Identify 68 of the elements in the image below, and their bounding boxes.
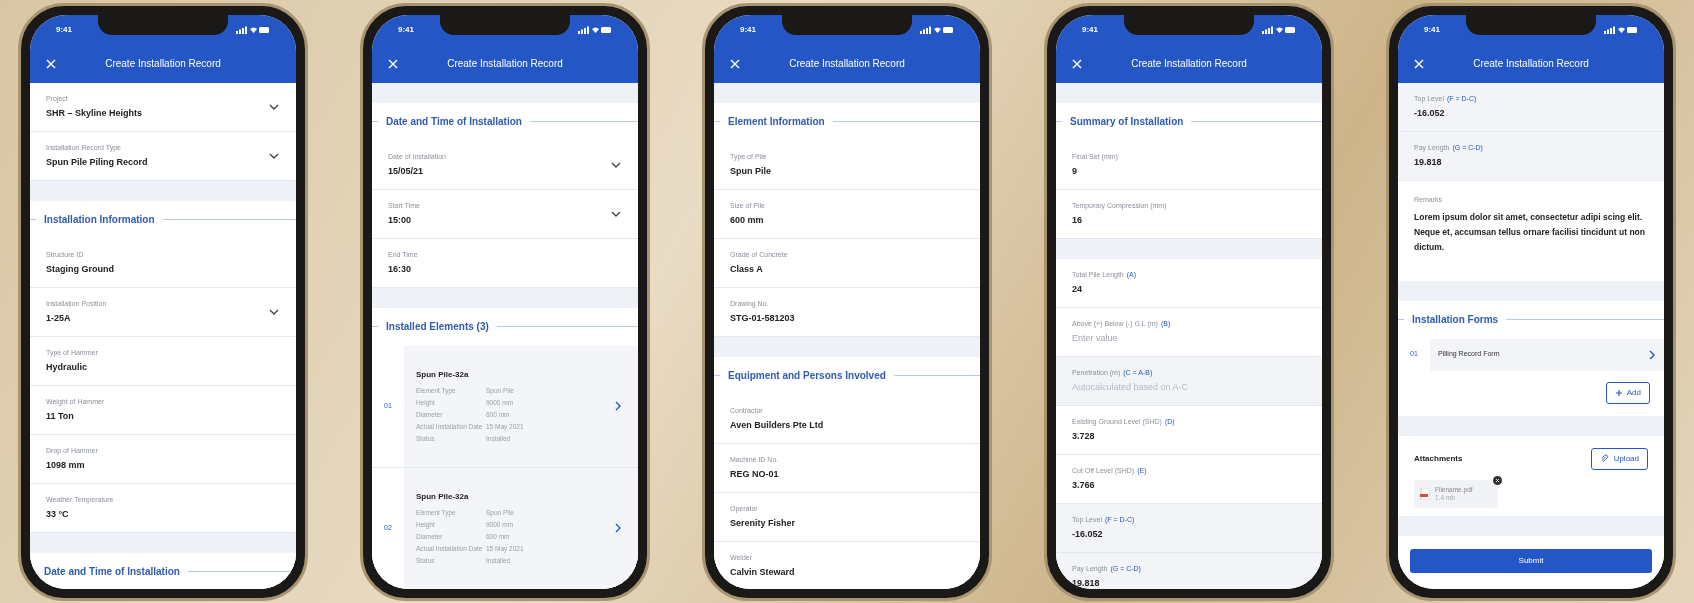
field-value: 19.818 [1414,157,1443,168]
field-value: 11 Ton [46,411,75,422]
remove-icon[interactable] [1493,475,1502,485]
section-heading: Element Information [728,115,825,129]
status-time: 9:41 [1424,23,1440,36]
field-value: Hydraulic [46,362,88,373]
field-value: STG-01-581203 [730,313,795,324]
field-value: 3.728 [1072,431,1096,442]
field-value: Calvin Steward [730,567,795,578]
close-icon[interactable] [46,58,56,69]
field-value: 33 °C [46,509,70,520]
pdf-file-icon [1420,487,1430,500]
element-name: Spun Pile-32a [416,491,470,503]
field-value: Staging Ground [46,264,114,275]
field-value: 9 [1072,166,1078,177]
field-value: 19.818 [1072,578,1101,589]
status-icons [1262,25,1296,34]
field-value: REG NO-01 [730,469,779,480]
field-value: Spun Pile Piling Record [46,157,148,168]
close-icon[interactable] [388,58,398,69]
field-value: Serenity Fisher [730,518,796,529]
paperclip-icon [1599,454,1609,463]
field-value: 16:30 [388,264,413,275]
status-time: 9:41 [1082,23,1098,36]
status-icons [236,25,270,34]
field-value: Class A [730,264,764,275]
field-value: -16.052 [1072,529,1104,540]
screen-title: Create Installation Record [105,57,221,71]
section-heading: Equipment and Persons Involved [728,369,886,383]
attachments-title: Attachments [1414,452,1463,465]
status-time: 9:41 [740,23,756,36]
field-value: 15/05/21 [388,166,425,177]
section-heading: Summary of Installation [1070,115,1184,129]
remarks-text: Lorem ipsum dolor sit amet, consectetur adipi scing elit. Neque et, accumsan tellus ornare facilisi tincidunt ut non dictum. [1414,211,1646,254]
field-value: 24 [1072,284,1083,295]
field-value: 1-25A [46,313,72,324]
add-button[interactable]: Add [1605,382,1650,404]
section-heading: Installation Information [44,213,155,227]
upload-button[interactable]: Upload [1590,447,1648,470]
field-value: 16 [1072,215,1083,226]
screen-title: Create Installation Record [1131,57,1247,71]
field-value: 15:00 [388,215,413,226]
field-value: 3.766 [1072,480,1096,491]
section-heading: Installation Forms [1412,313,1499,327]
status-icons [1604,25,1638,34]
plus-icon [1614,389,1623,397]
field-placeholder: Enter value [1072,333,1119,344]
field-value: -16.052 [1414,108,1446,119]
screen-title: Create Installation Record [789,57,905,71]
status-time: 9:41 [56,23,72,36]
field-value: 1098 mm [46,460,86,471]
section-heading: Installed Elements (3) [386,320,489,334]
submit-button[interactable]: Submit [1410,548,1652,573]
close-icon[interactable] [730,58,740,69]
status-icons [578,25,612,34]
field-value: Aven Builders Pte Ltd [730,420,824,431]
close-icon[interactable] [1414,58,1424,69]
field-value: 600 mm [730,215,765,226]
screen-title: Create Installation Record [1473,57,1589,71]
status-time: 9:41 [398,23,414,36]
element-name: Spun Pile-32a [416,369,470,381]
section-heading: Date and Time of Installation [44,565,180,579]
screen-title: Create Installation Record [447,57,563,71]
field-value: SHR – Skyline Heights [46,108,143,119]
section-heading: Date and Time of Installation [386,115,522,129]
status-icons [920,25,954,34]
close-icon[interactable] [1072,58,1082,69]
field-value: Spun Pile [730,166,771,177]
